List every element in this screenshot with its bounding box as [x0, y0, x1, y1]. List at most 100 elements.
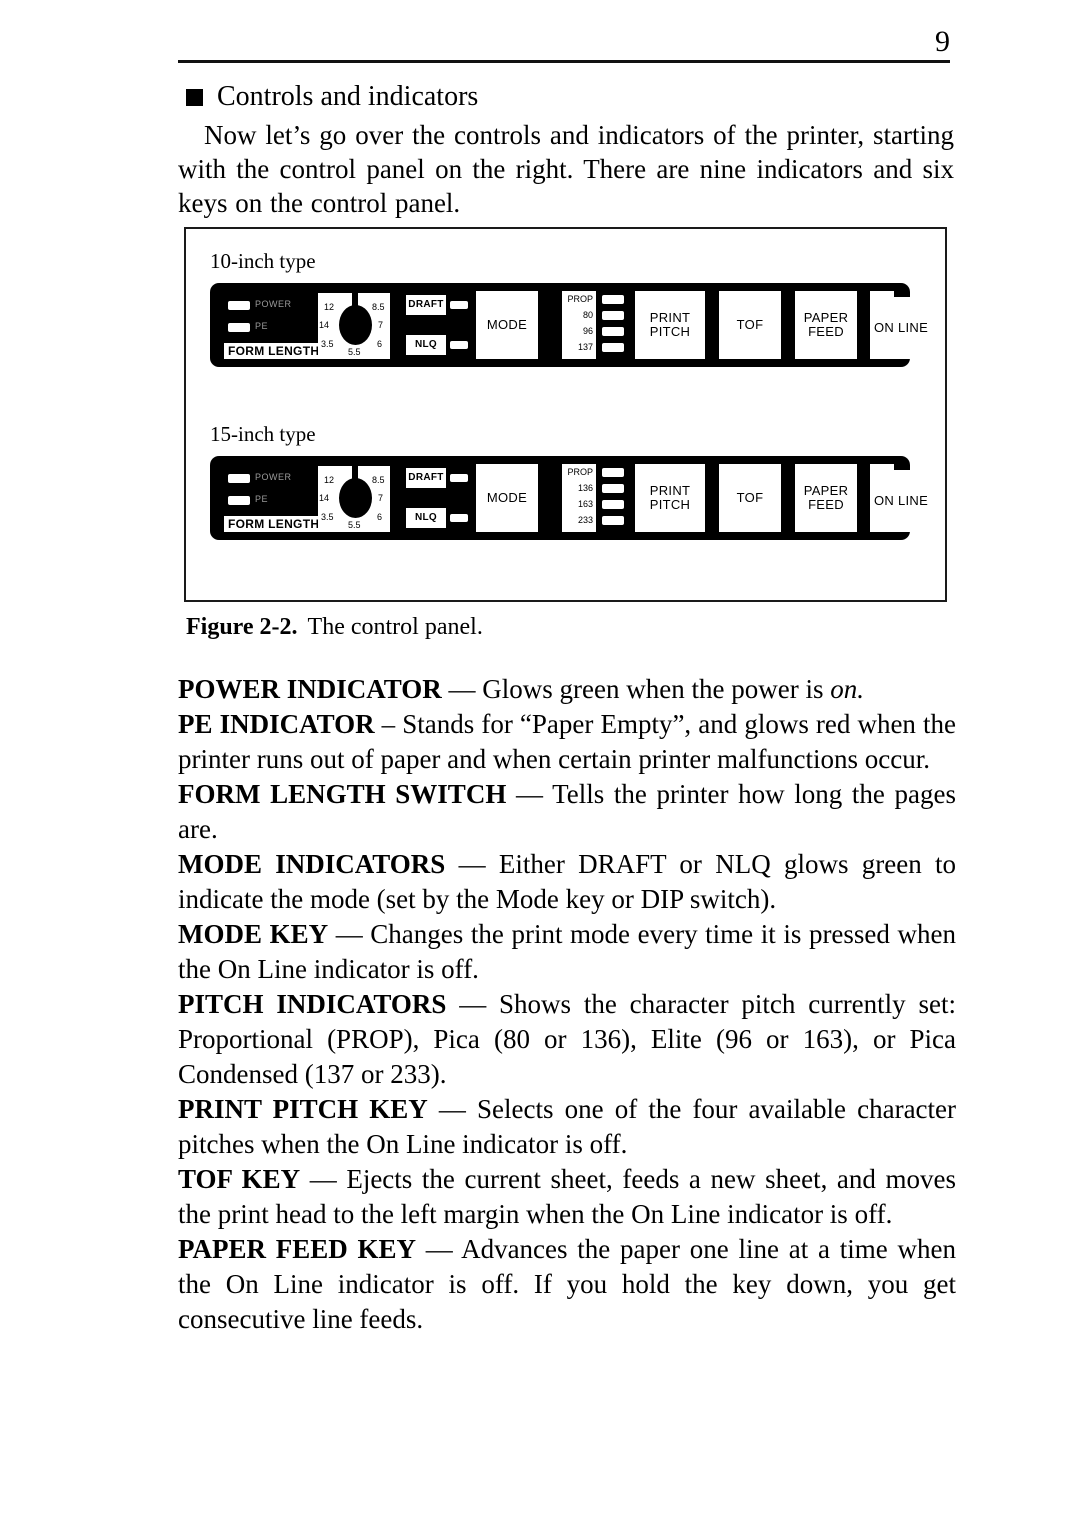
- entry-pitch-indicators: PITCH INDICATORS — Shows the character p…: [178, 987, 956, 1092]
- entry-mode-key: MODE KEY — Changes the print mode every …: [178, 917, 956, 987]
- entry-term: MODE KEY: [178, 919, 329, 949]
- control-panel-15-inch: POWER PE FORM LENGTH 12 8.5 14 7 3.5 6 5…: [210, 456, 932, 540]
- dial-knob-icon[interactable]: [339, 478, 372, 518]
- print-pitch-key[interactable]: PRINT PITCH: [635, 464, 705, 532]
- on-line-key[interactable]: ON LINE: [870, 470, 932, 532]
- figure-2-2: 10-inch type POWER PE FORM LENGTH 12 8.5…: [184, 227, 947, 602]
- mode-key[interactable]: MODE: [476, 464, 538, 532]
- draft-led-icon: [450, 301, 468, 309]
- dial-value-7: 7: [378, 493, 384, 503]
- panel-caption-10-inch: 10-inch type: [210, 249, 316, 273]
- pitch-label-prop: PROP: [567, 467, 593, 477]
- pitch-led-3-icon: [602, 500, 624, 509]
- panel-group-15-inch: 15-inch type POWER PE FORM LENGTH 12 8.5…: [210, 422, 932, 540]
- section-heading: Controls and indicators: [186, 80, 958, 114]
- power-lamp-icon: [228, 301, 250, 310]
- panel-caption-15-inch: 15-inch type: [210, 422, 316, 446]
- entry-term: PAPER FEED KEY: [178, 1234, 417, 1264]
- dial-value-6: 6: [377, 339, 383, 349]
- form-length-dial[interactable]: 12 8.5 14 7 3.5 6 5.5: [318, 293, 390, 359]
- header-rule: [178, 60, 950, 63]
- print-pitch-key-label-line1: PRINT: [649, 483, 691, 498]
- dial-value-12: 12: [324, 475, 335, 485]
- figure-caption-text: The control panel.: [307, 614, 483, 640]
- figure-caption-label: Figure 2-2.: [186, 614, 298, 640]
- pitch-led-4-icon: [602, 343, 624, 352]
- pitch-label-3: 163: [577, 499, 593, 509]
- entry-dash: —: [427, 1094, 478, 1124]
- pitch-indicator-plate: PROP 80 96 137: [562, 291, 596, 359]
- entry-dash: —: [446, 989, 500, 1019]
- print-pitch-key[interactable]: PRINT PITCH: [635, 291, 705, 359]
- nlq-indicator-label: NLQ: [406, 508, 446, 528]
- entry-term: POWER INDICATOR: [178, 674, 442, 704]
- print-pitch-key-label-line1: PRINT: [649, 310, 691, 325]
- pitch-led-1-icon: [602, 468, 624, 477]
- pitch-indicator-plate: PROP 136 163 233: [562, 464, 596, 532]
- entry-term: FORM LENGTH SWITCH: [178, 779, 507, 809]
- dial-value-7: 7: [378, 320, 384, 330]
- entry-dash: —: [441, 674, 483, 704]
- pitch-label-2: 136: [577, 483, 593, 493]
- on-line-key-label: ON LINE: [873, 493, 929, 508]
- dial-value-14: 14: [319, 320, 330, 330]
- square-bullet-icon: [186, 88, 203, 106]
- entry-term: TOF KEY: [178, 1164, 301, 1194]
- power-lamp-label: POWER: [255, 299, 292, 309]
- panel-group-10-inch: 10-inch type POWER PE FORM LENGTH 12 8.5…: [210, 249, 932, 367]
- entry-term: MODE INDICATORS: [178, 849, 446, 879]
- pitch-led-3-icon: [602, 327, 624, 336]
- pitch-label-4: 233: [577, 515, 593, 525]
- dial-value-35: 3.5: [321, 512, 334, 522]
- dial-value-6: 6: [377, 512, 383, 522]
- pitch-led-1-icon: [602, 295, 624, 304]
- pe-lamp-label: PE: [255, 494, 269, 504]
- on-line-key[interactable]: ON LINE: [870, 297, 932, 359]
- nlq-led-icon: [450, 341, 468, 349]
- entry-print-pitch-key: PRINT PITCH KEY — Selects one of the fou…: [178, 1092, 956, 1162]
- pitch-label-4: 137: [577, 342, 593, 352]
- entry-dash: —: [328, 919, 371, 949]
- entry-paper-feed-key: PAPER FEED KEY — Advances the paper one …: [178, 1232, 956, 1337]
- dial-knob-icon[interactable]: [339, 305, 372, 345]
- control-panel-10-inch: POWER PE FORM LENGTH 12 8.5 14 7 3.5 6 5…: [210, 283, 932, 367]
- dial-value-55: 5.5: [348, 347, 361, 357]
- pe-lamp-icon: [228, 323, 250, 332]
- tof-key[interactable]: TOF: [719, 464, 781, 532]
- entry-dash: —: [300, 1164, 347, 1194]
- entry-mode-indicators: MODE INDICATORS — Either DRAFT or NLQ gl…: [178, 847, 956, 917]
- draft-led-icon: [450, 474, 468, 482]
- paper-feed-key-label-line1: PAPER: [803, 310, 849, 325]
- mode-key-label: MODE: [486, 490, 528, 505]
- form-length-label: FORM LENGTH: [224, 516, 324, 532]
- pitch-label-3: 96: [582, 326, 593, 336]
- intro-paragraph: Now let’s go over the controls and indic…: [178, 120, 954, 218]
- form-length-label: FORM LENGTH: [224, 343, 324, 359]
- mode-key[interactable]: MODE: [476, 291, 538, 359]
- power-lamp-label: POWER: [255, 472, 292, 482]
- on-line-key-label: ON LINE: [873, 320, 929, 335]
- paper-feed-key-label-line1: PAPER: [803, 483, 849, 498]
- pe-lamp-label: PE: [255, 321, 269, 331]
- dial-value-85: 8.5: [372, 475, 385, 485]
- form-length-dial[interactable]: 12 8.5 14 7 3.5 6 5.5: [318, 466, 390, 532]
- entry-form-length-switch: FORM LENGTH SWITCH — Tells the printer h…: [178, 777, 956, 847]
- print-pitch-key-label-line2: PITCH: [649, 497, 691, 512]
- paper-feed-key-label-line2: FEED: [808, 324, 844, 339]
- paper-feed-key[interactable]: PAPER FEED: [795, 291, 857, 359]
- definition-list: POWER INDICATOR — Glows green when the p…: [178, 672, 956, 1337]
- dial-value-55: 5.5: [348, 520, 361, 530]
- power-lamp-icon: [228, 474, 250, 483]
- entry-power-indicator: POWER INDICATOR — Glows green when the p…: [178, 672, 956, 707]
- document-page: 9 Controls and indicators Now let’s go o…: [0, 0, 1080, 1529]
- entry-dash: –: [374, 709, 403, 739]
- draft-indicator-label: DRAFT: [406, 468, 446, 488]
- tof-key[interactable]: TOF: [719, 291, 781, 359]
- page-number: 9: [935, 25, 950, 58]
- paper-feed-key[interactable]: PAPER FEED: [795, 464, 857, 532]
- print-pitch-key-label-line2: PITCH: [649, 324, 691, 339]
- entry-body: Glows green when the power is: [482, 674, 831, 704]
- pitch-label-prop: PROP: [567, 294, 593, 304]
- dial-value-14: 14: [319, 493, 330, 503]
- page-header: 9: [178, 26, 950, 63]
